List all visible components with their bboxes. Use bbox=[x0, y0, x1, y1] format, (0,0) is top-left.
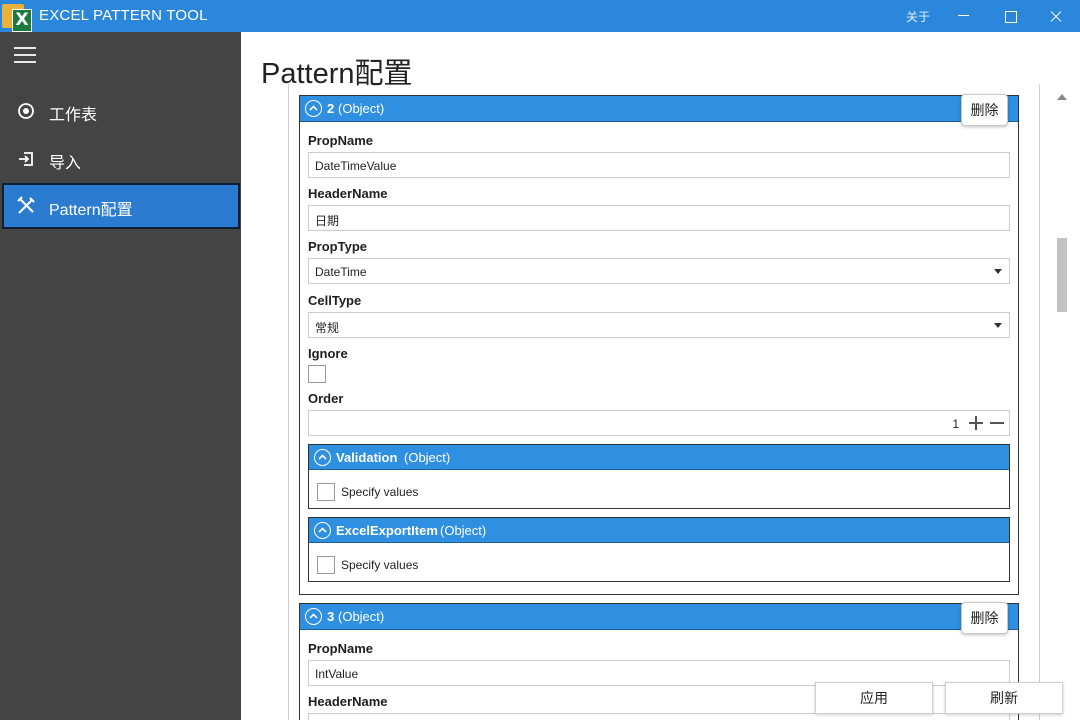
object-header[interactable]: 3 (Object) bbox=[300, 604, 1018, 630]
window-title: EXCEL PATTERN TOOL bbox=[39, 7, 208, 24]
vertical-scrollbar[interactable] bbox=[1040, 84, 1080, 720]
subobject-header[interactable]: ExcelExportItem (Object) bbox=[309, 518, 1009, 543]
celltype-value: 常规 bbox=[315, 321, 340, 335]
specify-values-checkbox[interactable] bbox=[317, 556, 335, 574]
dropdown-arrow-icon bbox=[994, 269, 1002, 274]
celltype-dropdown[interactable]: 常规 bbox=[308, 312, 1010, 338]
object-type: (Object) bbox=[338, 101, 385, 116]
propname-label: PropName bbox=[308, 133, 374, 148]
sidebar-item-label: Pattern配置 bbox=[49, 202, 133, 219]
target-icon bbox=[15, 100, 37, 122]
app-icon-letter: X bbox=[12, 9, 32, 32]
specify-values-checkbox[interactable] bbox=[317, 483, 335, 501]
title-bar: X EXCEL PATTERN TOOL 关于 bbox=[0, 0, 1080, 32]
sidebar-item-import[interactable]: 导入 bbox=[2, 136, 240, 182]
chevron-up-icon[interactable] bbox=[305, 608, 322, 625]
ignore-label: Ignore bbox=[308, 346, 348, 361]
subobject-type: (Object) bbox=[404, 450, 451, 465]
object-item-2: 2 (Object) 删除 PropName DateTimeValue Hea… bbox=[299, 94, 1019, 595]
chevron-up-icon[interactable] bbox=[305, 100, 322, 117]
proptype-label: PropType bbox=[308, 239, 367, 254]
proptype-value: DateTime bbox=[315, 265, 367, 279]
sidebar: 工作表 导入 Pattern配置 bbox=[0, 32, 241, 720]
object-type: (Object) bbox=[338, 609, 385, 624]
sidebar-item-label: 导入 bbox=[49, 155, 82, 172]
apply-button[interactable]: 应用 bbox=[815, 682, 933, 714]
close-button[interactable] bbox=[1033, 0, 1079, 32]
plus-icon[interactable] bbox=[969, 416, 983, 430]
minus-icon[interactable] bbox=[990, 416, 1004, 430]
chevron-up-icon[interactable] bbox=[314, 522, 331, 539]
propname-input[interactable]: DateTimeValue bbox=[308, 152, 1010, 178]
order-label: Order bbox=[308, 391, 344, 406]
property-editor: 2 (Object) 删除 PropName DateTimeValue Hea… bbox=[288, 84, 1040, 720]
order-value: 1 bbox=[952, 417, 959, 431]
headername-label: HeaderName bbox=[308, 186, 388, 201]
propname-label: PropName bbox=[308, 641, 374, 656]
dropdown-arrow-icon bbox=[994, 323, 1002, 328]
excel-export-item-subobject: ExcelExportItem (Object) Specify values bbox=[308, 517, 1010, 582]
scroll-thumb[interactable] bbox=[1057, 238, 1067, 312]
subobject-header[interactable]: Validation (Object) bbox=[309, 445, 1009, 470]
tools-icon bbox=[15, 195, 37, 217]
specify-values-label: Specify values bbox=[341, 485, 419, 499]
headername-input[interactable] bbox=[308, 713, 1010, 720]
ignore-checkbox[interactable] bbox=[308, 365, 326, 383]
proptype-dropdown[interactable]: DateTime bbox=[308, 258, 1010, 284]
about-link[interactable]: 关于 bbox=[906, 8, 930, 25]
minimize-button[interactable] bbox=[941, 0, 987, 32]
maximize-button[interactable] bbox=[987, 0, 1033, 32]
subobject-type: (Object) bbox=[440, 523, 487, 538]
object-index: 3 bbox=[327, 609, 335, 624]
object-header[interactable]: 2 (Object) bbox=[300, 96, 1018, 122]
excel-app-icon: X bbox=[2, 4, 32, 32]
object-index: 2 bbox=[327, 101, 335, 116]
delete-button[interactable]: 删除 bbox=[961, 94, 1008, 126]
hamburger-menu-icon[interactable] bbox=[14, 47, 36, 63]
sidebar-item-pattern-config[interactable]: Pattern配置 bbox=[2, 183, 240, 229]
headername-input[interactable]: 日期 bbox=[308, 205, 1010, 231]
sidebar-item-label: 工作表 bbox=[49, 107, 98, 124]
sidebar-item-worksheet[interactable]: 工作表 bbox=[2, 88, 240, 134]
scroll-up-arrow-icon[interactable] bbox=[1057, 94, 1067, 100]
subobject-name: ExcelExportItem bbox=[336, 523, 438, 538]
chevron-up-icon[interactable] bbox=[314, 449, 331, 466]
subobject-name: Validation bbox=[336, 450, 398, 465]
delete-button[interactable]: 删除 bbox=[961, 602, 1008, 634]
specify-values-label: Specify values bbox=[341, 558, 419, 572]
celltype-label: CellType bbox=[308, 293, 362, 308]
headername-label: HeaderName bbox=[308, 694, 388, 709]
refresh-button[interactable]: 刷新 bbox=[945, 682, 1063, 714]
validation-subobject: Validation (Object) Specify values bbox=[308, 444, 1010, 509]
import-icon bbox=[15, 148, 37, 170]
order-stepper[interactable]: 1 bbox=[308, 410, 1010, 436]
